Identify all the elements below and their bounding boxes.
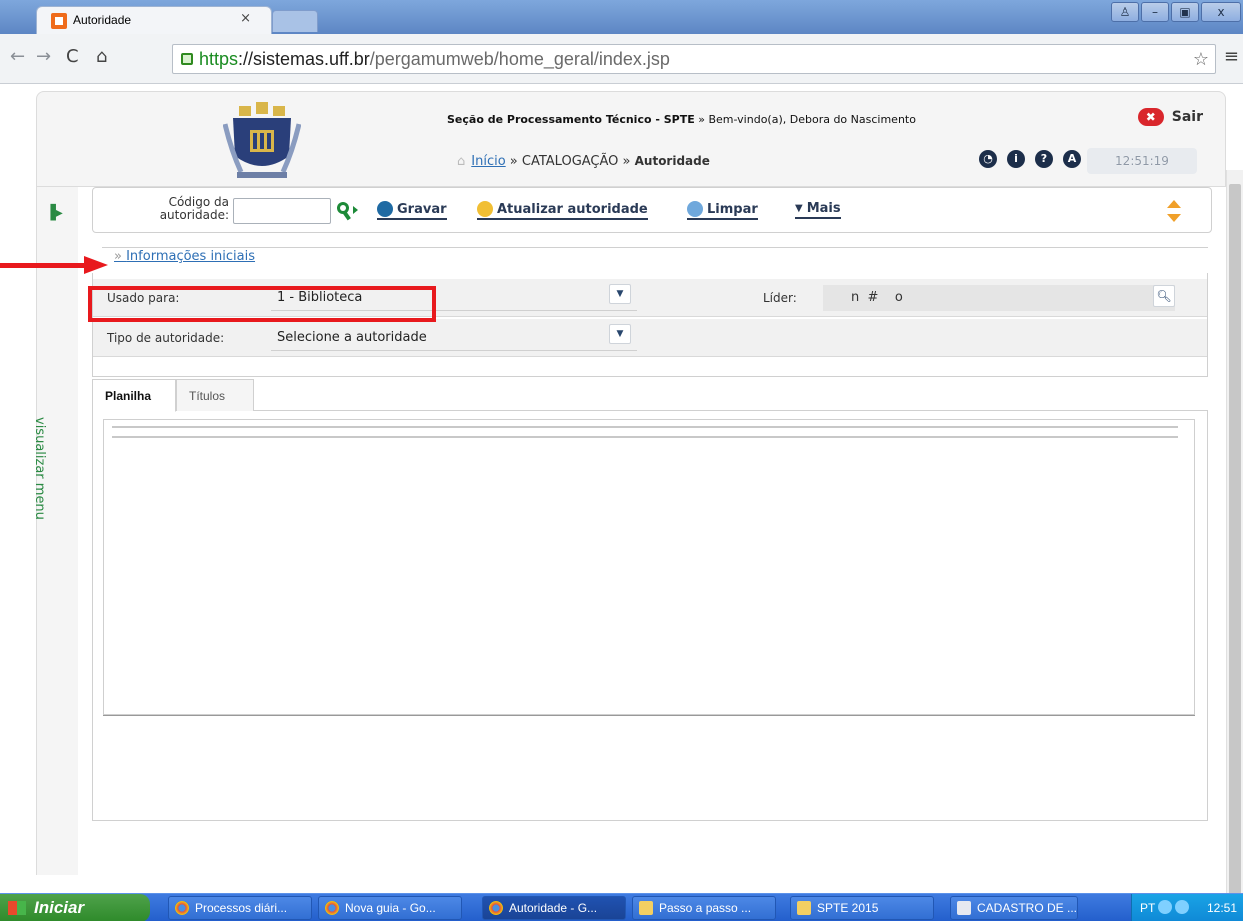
session-info: Seção de Processamento Técnico - SPTE » … (447, 113, 916, 126)
tab-bar: Planilha Títulos (92, 379, 1208, 412)
tray-icons (1158, 900, 1198, 916)
help-icon[interactable]: ? (1035, 150, 1053, 168)
session-clock: 12:51:19 (1087, 148, 1197, 174)
section-divider (102, 247, 1208, 248)
network-icon[interactable] (1158, 900, 1172, 914)
left-sidebar: ▐▸ visualizar menu (32, 187, 78, 875)
limpar-button[interactable]: Limpar (687, 201, 758, 220)
tab-titulos[interactable]: Títulos (176, 379, 254, 411)
gravar-icon (377, 201, 393, 217)
chevron-down-icon[interactable]: ▼ (609, 284, 631, 304)
annotation-arrow-icon (0, 256, 108, 274)
language-indicator[interactable]: PT (1140, 901, 1155, 915)
browser-tab[interactable]: Autoridade × (36, 6, 272, 34)
annotation-highlight-box (88, 286, 436, 322)
search-icon[interactable]: 🔍︎ (1153, 285, 1175, 307)
limpar-icon (687, 201, 703, 217)
folder-icon (797, 901, 811, 915)
refresh-icon (477, 201, 493, 217)
taskbar-item[interactable]: Autoridade - G... (482, 896, 626, 920)
address-bar: ← → C ⌂ https://sistemas.uff.br/pergamum… (0, 34, 1243, 84)
sair-label: Sair (1171, 109, 1203, 125)
breadcrumb-home-link[interactable]: Início (471, 154, 505, 169)
chevron-down-icon[interactable]: ▼ (609, 324, 631, 344)
sheet-line (112, 426, 1178, 428)
windows-flag-icon (8, 901, 26, 915)
taskbar-item[interactable]: Processos diári... (168, 896, 312, 920)
new-tab-button[interactable] (272, 10, 318, 32)
taskbar-item[interactable]: CADASTRO DE ... (950, 896, 1078, 920)
window-controls: ♙ – ▣ x (1111, 2, 1241, 22)
tipo-autoridade-row: Tipo de autoridade: Selecione a autorida… (93, 319, 1207, 357)
forward-icon[interactable]: → (36, 46, 51, 67)
planilha-editor[interactable] (103, 419, 1195, 715)
volume-icon[interactable] (1175, 900, 1189, 914)
visualizar-menu-link[interactable]: visualizar menu (32, 417, 47, 520)
scrollbar-thumb[interactable] (1229, 184, 1241, 914)
app-page: Seção de Processamento Técnico - SPTE » … (0, 85, 1243, 921)
close-icon: ✖ (1137, 108, 1164, 126)
tab-close-icon[interactable]: × (240, 11, 251, 26)
informacoes-iniciais-link[interactable]: » Informações iniciais (110, 249, 260, 264)
star-icon[interactable]: ☆ (1193, 49, 1209, 70)
favicon-icon (51, 13, 67, 29)
uff-logo (223, 102, 301, 178)
breadcrumb: ⌂ Início » CATALOGAÇÃO » Autoridade (457, 154, 710, 169)
scroll-arrows-icon[interactable] (1167, 200, 1181, 222)
lider-field[interactable]: n # o (823, 285, 1175, 311)
maximize-button[interactable]: ▣ (1171, 2, 1199, 22)
folder-icon (639, 901, 653, 915)
header-icons: ◔ i ? A (979, 150, 1081, 168)
minimize-button[interactable]: – (1141, 2, 1169, 22)
tipo-autoridade-select[interactable]: Selecione a autoridade (271, 325, 637, 351)
browser-titlebar: Autoridade × ♙ – ▣ x (0, 0, 1243, 34)
tab-planilha[interactable]: Planilha (92, 379, 176, 412)
sair-button[interactable]: ✖ Sair (1137, 108, 1203, 126)
chrome-icon (175, 901, 189, 915)
lock-icon (181, 53, 193, 65)
browser-menu-icon[interactable]: ≡ (1224, 46, 1239, 67)
chrome-icon (325, 901, 339, 915)
codigo-autoridade-input[interactable] (233, 198, 331, 224)
document-icon (957, 901, 971, 915)
breadcrumb-path: » CATALOGAÇÃO » (505, 154, 635, 169)
reload-icon[interactable]: C (66, 46, 79, 67)
taskbar-item[interactable]: SPTE 2015 (790, 896, 934, 920)
about-icon[interactable]: A (1063, 150, 1081, 168)
chrome-icon (489, 901, 503, 915)
toolbar: Código da autoridade: Gravar Atualizar au… (92, 187, 1212, 233)
lider-label: Líder: (763, 291, 797, 305)
breadcrumb-current: Autoridade (634, 154, 710, 168)
atualizar-button[interactable]: Atualizar autoridade (477, 201, 648, 220)
url-field[interactable]: https://sistemas.uff.br/pergamumweb/home… (172, 44, 1216, 74)
page-header: Seção de Processamento Técnico - SPTE » … (36, 91, 1226, 187)
user-button[interactable]: ♙ (1111, 2, 1139, 22)
windows-taskbar: Iniciar Processos diári... Nova guia - G… (0, 893, 1243, 921)
sheet-line (112, 436, 1178, 438)
mais-button[interactable]: ▼ Mais (795, 201, 841, 219)
home-icon[interactable]: ⌂ (96, 46, 107, 67)
tray-clock: 12:51 (1206, 901, 1237, 915)
url-text: https://sistemas.uff.br/pergamumweb/home… (199, 49, 670, 69)
gravar-button[interactable]: Gravar (377, 201, 447, 220)
back-icon[interactable]: ← (10, 46, 25, 67)
tab-title: Autoridade (73, 13, 132, 27)
sidebar-toggle-icon[interactable]: ▐▸ (45, 205, 63, 221)
info-icon[interactable]: i (1007, 150, 1025, 168)
page-scrollbar[interactable] (1226, 170, 1243, 921)
tipo-autoridade-label: Tipo de autoridade: (107, 331, 225, 345)
search-icon[interactable] (335, 200, 359, 222)
main-content: Código da autoridade: Gravar Atualizar au… (92, 187, 1212, 827)
codigo-label: Código da autoridade: (159, 195, 229, 222)
contact-icon[interactable]: ◔ (979, 150, 997, 168)
home-icon: ⌂ (457, 154, 466, 169)
taskbar-item[interactable]: Nova guia - Go... (318, 896, 462, 920)
sheet-divider (103, 715, 1195, 716)
close-window-button[interactable]: x (1201, 2, 1241, 22)
chevron-down-icon: ▼ (795, 203, 803, 214)
system-tray: PT 12:51 (1131, 894, 1243, 921)
planilha-panel (92, 411, 1208, 821)
start-button[interactable]: Iniciar (0, 894, 150, 921)
taskbar-item[interactable]: Passo a passo ... (632, 896, 776, 920)
